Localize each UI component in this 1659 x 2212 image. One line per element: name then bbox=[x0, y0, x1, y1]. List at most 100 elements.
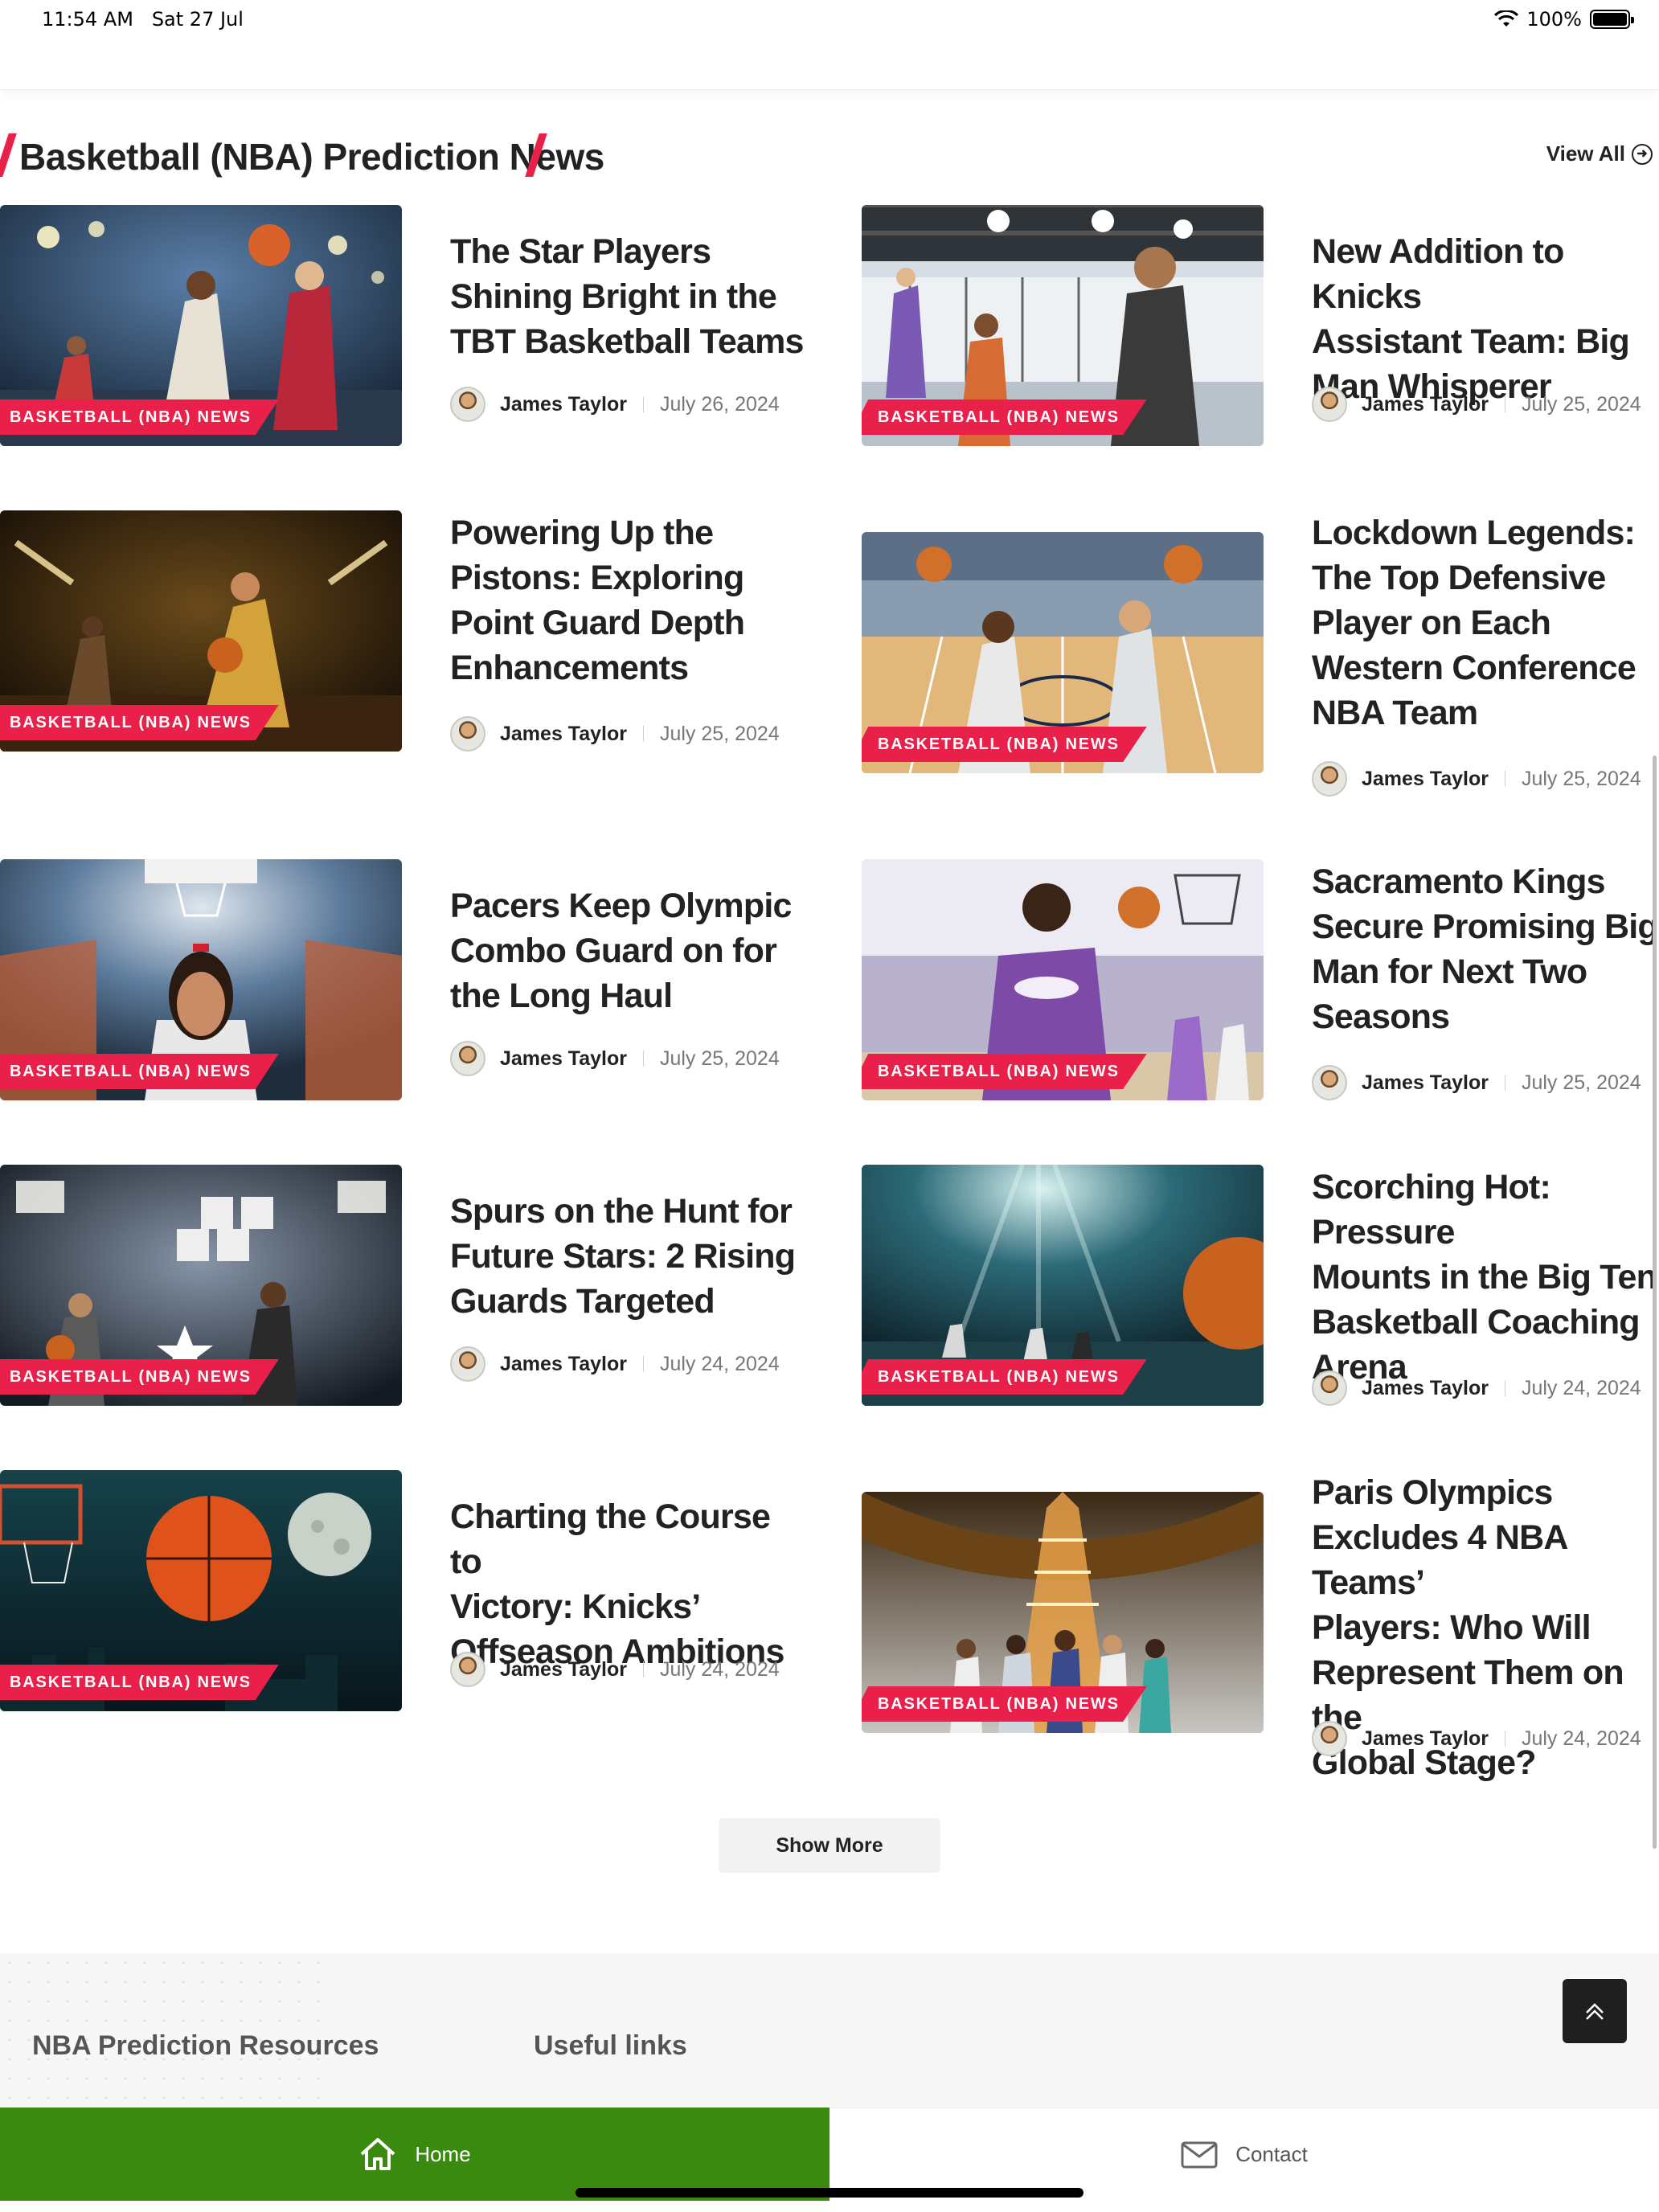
view-all-link[interactable]: View All ➜ bbox=[1546, 141, 1653, 166]
article-card[interactable]: BASKETBALL (NBA) NEWS New Addition to Kn… bbox=[862, 205, 1659, 446]
article-thumbnail[interactable]: BASKETBALL (NBA) NEWS bbox=[862, 1165, 1264, 1406]
category-badge[interactable]: BASKETBALL (NBA) NEWS bbox=[862, 727, 1147, 762]
article-card[interactable]: BASKETBALL (NBA) NEWS Sacramento Kings Se… bbox=[862, 859, 1659, 1100]
author-name[interactable]: James Taylor bbox=[1362, 768, 1489, 791]
author-avatar bbox=[450, 1346, 485, 1382]
category-badge[interactable]: BASKETBALL (NBA) NEWS bbox=[0, 1665, 279, 1700]
article-meta: James Taylor July 24, 2024 bbox=[1312, 1370, 1641, 1406]
show-more-button[interactable]: Show More bbox=[719, 1818, 940, 1873]
article-meta: James Taylor July 25, 2024 bbox=[450, 716, 780, 752]
article-date: July 25, 2024 bbox=[1521, 392, 1641, 416]
category-badge[interactable]: BASKETBALL (NBA) NEWS bbox=[0, 1359, 279, 1395]
tab-contact-label: Contact bbox=[1235, 2142, 1308, 2166]
article-meta: James Taylor July 25, 2024 bbox=[1312, 387, 1641, 422]
tab-home[interactable]: Home bbox=[0, 2108, 830, 2201]
author-avatar bbox=[1312, 1370, 1347, 1406]
scrollbar[interactable] bbox=[1653, 756, 1657, 1849]
home-icon bbox=[360, 2138, 395, 2170]
view-all-label: View All bbox=[1546, 141, 1625, 166]
article-card[interactable]: BASKETBALL (NBA) NEWS Powering Up the Pis… bbox=[0, 510, 804, 792]
author-name[interactable]: James Taylor bbox=[500, 1047, 627, 1071]
footer-heading-links: Useful links bbox=[534, 2030, 687, 2061]
category-badge[interactable]: BASKETBALL (NBA) NEWS bbox=[0, 1054, 279, 1089]
article-date: July 24, 2024 bbox=[659, 1657, 780, 1681]
battery-icon bbox=[1590, 10, 1634, 29]
author-name[interactable]: James Taylor bbox=[1362, 1727, 1489, 1751]
author-avatar bbox=[450, 1041, 485, 1076]
author-avatar bbox=[450, 387, 485, 422]
home-indicator bbox=[576, 2188, 1083, 2198]
author-avatar bbox=[450, 716, 485, 752]
article-title[interactable]: The Star Players Shining Bright in the TBT… bbox=[450, 229, 804, 364]
article-thumbnail[interactable]: BASKETBALL (NBA) NEWS bbox=[862, 1492, 1264, 1733]
status-bar: 11:54 AM Sat 27 Jul 100% bbox=[0, 0, 1659, 39]
scroll-to-top-button[interactable] bbox=[1563, 1979, 1627, 2043]
article-meta: James Taylor July 25, 2024 bbox=[1312, 1065, 1641, 1100]
article-date: July 25, 2024 bbox=[1521, 1071, 1641, 1094]
article-date: July 24, 2024 bbox=[1521, 1727, 1641, 1750]
meta-divider bbox=[642, 396, 644, 412]
author-name[interactable]: James Taylor bbox=[1362, 1377, 1489, 1400]
article-card[interactable]: BASKETBALL (NBA) NEWS Lockdown Legends: T… bbox=[862, 510, 1659, 808]
article-card[interactable]: BASKETBALL (NBA) NEWS Paris Olympics Excl… bbox=[862, 1470, 1659, 1782]
article-thumbnail[interactable]: BASKETBALL (NBA) NEWS bbox=[0, 1165, 402, 1406]
footer: NBA Prediction Resources Useful links bbox=[0, 1953, 1659, 2108]
author-name[interactable]: James Taylor bbox=[1362, 393, 1489, 416]
meta-divider bbox=[642, 1356, 644, 1372]
article-meta: James Taylor July 24, 2024 bbox=[450, 1346, 780, 1382]
author-avatar bbox=[1312, 1721, 1347, 1756]
author-name[interactable]: James Taylor bbox=[500, 1353, 627, 1376]
article-thumbnail[interactable]: BASKETBALL (NBA) NEWS bbox=[0, 1470, 402, 1711]
article-title[interactable]: New Addition to Knicks Assistant Team: Bi… bbox=[1312, 229, 1659, 409]
author-name[interactable]: James Taylor bbox=[500, 393, 627, 416]
article-thumbnail[interactable]: BASKETBALL (NBA) NEWS bbox=[862, 532, 1264, 773]
article-meta: James Taylor July 26, 2024 bbox=[450, 387, 780, 422]
article-title[interactable]: Powering Up the Pistons: Exploring Point G… bbox=[450, 510, 745, 690]
category-badge[interactable]: BASKETBALL (NBA) NEWS bbox=[862, 1686, 1147, 1722]
article-card[interactable]: BASKETBALL (NBA) NEWS Pacers Keep Olympi… bbox=[0, 859, 804, 1100]
article-card[interactable]: BASKETBALL (NBA) NEWS Charting the Cours… bbox=[0, 1470, 804, 1711]
tab-contact[interactable]: Contact bbox=[830, 2108, 1659, 2201]
article-card[interactable]: BASKETBALL (NBA) NEWS The Star Players Sh… bbox=[0, 205, 804, 446]
meta-divider bbox=[642, 1051, 644, 1067]
tab-home-label: Home bbox=[415, 2141, 471, 2166]
article-date: July 26, 2024 bbox=[659, 392, 780, 416]
article-thumbnail[interactable]: BASKETBALL (NBA) NEWS bbox=[0, 205, 402, 446]
article-meta: James Taylor July 24, 2024 bbox=[1312, 1721, 1641, 1756]
article-title[interactable]: Sacramento Kings Secure Promising Big Man … bbox=[1312, 859, 1659, 1039]
author-name[interactable]: James Taylor bbox=[500, 1658, 627, 1682]
mail-icon bbox=[1181, 2141, 1218, 2168]
author-avatar bbox=[450, 1652, 485, 1687]
article-title[interactable]: Spurs on the Hunt for Future Stars: 2 Ris… bbox=[450, 1189, 796, 1324]
article-meta: James Taylor July 25, 2024 bbox=[450, 1041, 780, 1076]
article-thumbnail[interactable]: BASKETBALL (NBA) NEWS bbox=[862, 205, 1264, 446]
author-avatar bbox=[1312, 1065, 1347, 1100]
category-badge[interactable]: BASKETBALL (NBA) NEWS bbox=[0, 399, 279, 435]
article-card[interactable]: BASKETBALL (NBA) NEWS Spurs on the Hunt … bbox=[0, 1165, 804, 1406]
article-thumbnail[interactable]: BASKETBALL (NBA) NEWS bbox=[0, 510, 402, 752]
category-badge[interactable]: BASKETBALL (NBA) NEWS bbox=[862, 399, 1147, 435]
article-title[interactable]: Lockdown Legends: The Top Defensive Player… bbox=[1312, 510, 1636, 735]
article-card[interactable]: BASKETBALL (NBA) NEWS Scorching Hot: Pre… bbox=[862, 1165, 1659, 1406]
article-thumbnail[interactable]: BASKETBALL (NBA) NEWS bbox=[862, 859, 1264, 1100]
header-bar bbox=[0, 48, 1659, 90]
section-header: Basketball (NBA) Prediction News View Al… bbox=[0, 129, 1659, 186]
battery-percent: 100% bbox=[1526, 8, 1582, 31]
category-badge[interactable]: BASKETBALL (NBA) NEWS bbox=[862, 1054, 1147, 1089]
article-date: July 24, 2024 bbox=[659, 1352, 780, 1375]
arrow-right-circle-icon: ➜ bbox=[1632, 143, 1653, 165]
bottom-tab-bar: Home Contact bbox=[0, 2108, 1659, 2201]
footer-heading-resources: NBA Prediction Resources bbox=[32, 2030, 379, 2061]
author-name[interactable]: James Taylor bbox=[1362, 1071, 1489, 1095]
article-thumbnail[interactable]: BASKETBALL (NBA) NEWS bbox=[0, 859, 402, 1100]
category-badge[interactable]: BASKETBALL (NBA) NEWS bbox=[862, 1359, 1147, 1395]
article-meta: James Taylor July 24, 2024 bbox=[450, 1652, 780, 1687]
article-title[interactable]: Charting the Course to Victory: Knicks’ Of… bbox=[450, 1494, 804, 1674]
article-date: July 25, 2024 bbox=[659, 722, 780, 745]
article-date: July 25, 2024 bbox=[1521, 767, 1641, 790]
author-avatar bbox=[1312, 387, 1347, 422]
article-title[interactable]: Pacers Keep Olympic Combo Guard on for the… bbox=[450, 883, 792, 1018]
category-badge[interactable]: BASKETBALL (NBA) NEWS bbox=[0, 705, 279, 740]
author-name[interactable]: James Taylor bbox=[500, 723, 627, 746]
article-title[interactable]: Scorching Hot: Pressure Mounts in the Big… bbox=[1312, 1165, 1659, 1390]
